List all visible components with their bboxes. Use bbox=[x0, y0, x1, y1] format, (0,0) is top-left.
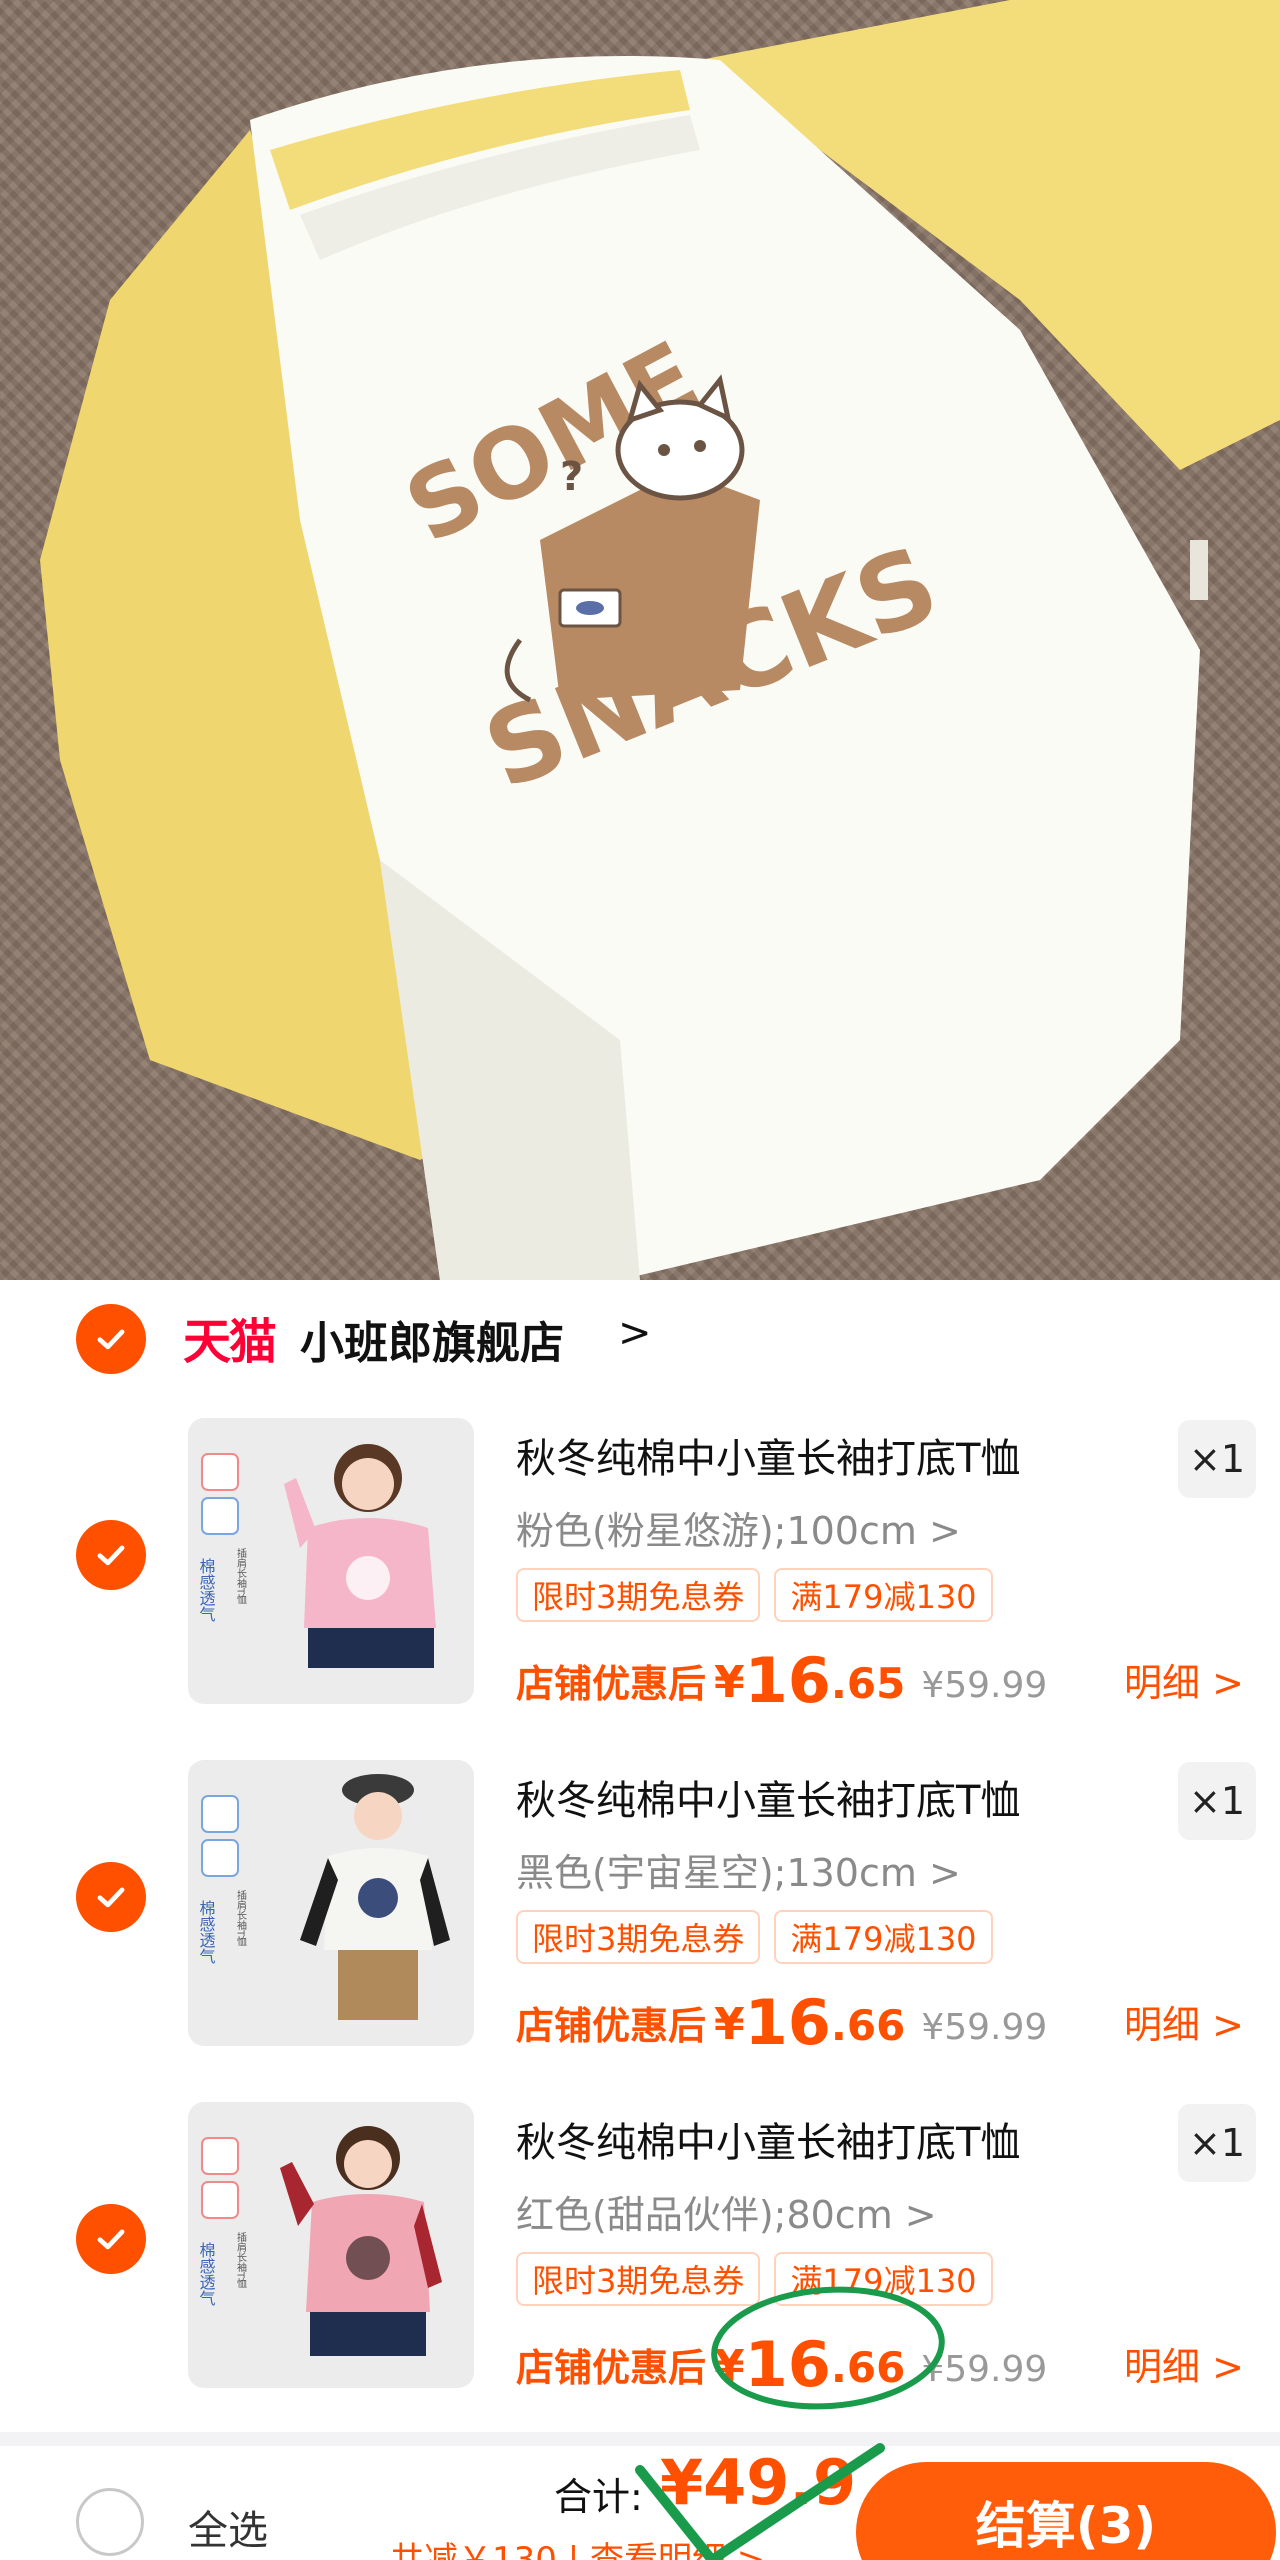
saving-detail-link[interactable]: 共减￥130 | 查看明细 > bbox=[390, 2532, 765, 2560]
sku-selector[interactable]: 黑色(宇宙星空);130cm > bbox=[516, 1842, 961, 1897]
checkmark-icon bbox=[97, 1887, 125, 1908]
promo-tag: 限时3期免息券 bbox=[516, 1568, 761, 1622]
checkmark-icon bbox=[97, 1545, 125, 1566]
price-row: 店铺优惠后 ¥ 16 .66 ¥59.99 bbox=[516, 1986, 1048, 2059]
promo-tag: 满179减130 bbox=[774, 1910, 993, 1964]
store-header[interactable]: 天猫 小班郎旗舰店 > bbox=[0, 1280, 1280, 1398]
promo-tag: 限时3期免息券 bbox=[516, 2252, 761, 2306]
svg-text:?: ? bbox=[560, 454, 583, 500]
total-value: ¥49.9 bbox=[660, 2446, 857, 2519]
product-thumbnail[interactable]: 棉感透气 插肩长袖T恤 bbox=[188, 1760, 474, 2046]
quantity-button[interactable]: ×1 bbox=[1178, 1420, 1256, 1498]
store-select-checkbox[interactable] bbox=[76, 1304, 146, 1374]
promo-tag: 限时3期免息券 bbox=[516, 1910, 761, 1964]
checkmark-icon bbox=[97, 1329, 125, 1350]
svg-text:插肩长袖T恤: 插肩长袖T恤 bbox=[235, 2231, 247, 2289]
price-detail-link[interactable]: 明细 > bbox=[1124, 1652, 1244, 1707]
item-title[interactable]: 秋冬纯棉中小童长袖打底T恤 bbox=[516, 1426, 1020, 1484]
price-decimal: .65 bbox=[830, 1659, 906, 1708]
svg-text:插肩长袖T恤: 插肩长袖T恤 bbox=[235, 1889, 247, 1947]
quantity-button[interactable]: ×1 bbox=[1178, 2104, 1256, 2182]
store-name[interactable]: 小班郎旗舰店 bbox=[300, 1307, 564, 1371]
select-all-label[interactable]: 全选 bbox=[188, 2498, 268, 2556]
shopping-cart-panel: 天猫 小班郎旗舰店 > 棉感透气 插肩长袖T恤 秋冬纯棉中小童长袖打底T恤 ×1 bbox=[0, 1280, 1280, 2432]
price-detail-link[interactable]: 明细 > bbox=[1124, 2336, 1244, 2391]
svg-text:棉感透气: 棉感透气 bbox=[197, 2242, 216, 2306]
item-title[interactable]: 秋冬纯棉中小童长袖打底T恤 bbox=[516, 2110, 1020, 2168]
promo-tags: 限时3期免息券 满179减130 bbox=[516, 1910, 993, 1964]
total-label: 合计: bbox=[554, 2475, 643, 2519]
product-thumbnail[interactable]: 棉感透气 插肩长袖T恤 bbox=[188, 2102, 474, 2388]
tmall-logo: 天猫 bbox=[183, 1314, 277, 1370]
price-decimal: .66 bbox=[830, 2343, 906, 2392]
promo-tag: 满179减130 bbox=[774, 2252, 993, 2306]
product-photo: SOME SNACKS ? bbox=[0, 0, 1280, 1280]
checkout-button[interactable]: 结算(3) bbox=[856, 2462, 1276, 2560]
cart-item[interactable]: 棉感透气 插肩长袖T恤 秋冬纯棉中小童长袖打底T恤 ×1 粉色(粉星悠游);10… bbox=[0, 1408, 1280, 1748]
sku-selector[interactable]: 红色(甜品伙伴);80cm > bbox=[516, 2184, 937, 2239]
item-title[interactable]: 秋冬纯棉中小童长袖打底T恤 bbox=[516, 1768, 1020, 1826]
svg-text:棉感透气: 棉感透气 bbox=[197, 1558, 216, 1622]
chevron-right-icon[interactable]: > bbox=[618, 1310, 652, 1356]
sku-selector[interactable]: 粉色(粉星悠游);100cm > bbox=[516, 1500, 961, 1555]
product-thumbnail[interactable]: 棉感透气 插肩长袖T恤 bbox=[188, 1418, 474, 1704]
price-row: 店铺优惠后 ¥ 16 .65 ¥59.99 bbox=[516, 1644, 1048, 1717]
original-price: ¥59.99 bbox=[921, 2349, 1048, 2390]
checkout-bar: 全选 合计: ¥49.9 共减￥130 | 查看明细 > 结算(3) bbox=[0, 2432, 1280, 2560]
quantity-button[interactable]: ×1 bbox=[1178, 1762, 1256, 1840]
cart-item[interactable]: 棉感透气 插肩长袖T恤 秋冬纯棉中小童长袖打底T恤 ×1 红色(甜品伙伴);80… bbox=[0, 2092, 1280, 2432]
cart-item[interactable]: 棉感透气 插肩长袖T恤 秋冬纯棉中小童长袖打底T恤 ×1 黑色(宇宙星空);13… bbox=[0, 1750, 1280, 2090]
item-select-checkbox[interactable] bbox=[76, 2204, 146, 2274]
price-integer: 16 bbox=[744, 2328, 831, 2401]
original-price: ¥59.99 bbox=[921, 2007, 1048, 2048]
select-all-checkbox[interactable] bbox=[76, 2488, 144, 2556]
tshirt-illustration: SOME SNACKS ? bbox=[40, 0, 1280, 1280]
checkmark-icon bbox=[97, 2229, 125, 2250]
price-integer: 16 bbox=[744, 1644, 831, 1717]
item-select-checkbox[interactable] bbox=[76, 1520, 146, 1590]
promo-tag: 满179减130 bbox=[774, 1568, 993, 1622]
svg-text:插肩长袖T恤: 插肩长袖T恤 bbox=[235, 1547, 247, 1605]
svg-text:棉感透气: 棉感透气 bbox=[197, 1900, 216, 1964]
promo-tags: 限时3期免息券 满179减130 bbox=[516, 2252, 993, 2306]
price-detail-link[interactable]: 明细 > bbox=[1124, 1994, 1244, 2049]
price-decimal: .66 bbox=[830, 2001, 906, 2050]
original-price: ¥59.99 bbox=[921, 1665, 1048, 1706]
item-select-checkbox[interactable] bbox=[76, 1862, 146, 1932]
promo-tags: 限时3期免息券 满179减130 bbox=[516, 1568, 993, 1622]
price-integer: 16 bbox=[744, 1986, 831, 2059]
price-row: 店铺优惠后 ¥ 16 .66 ¥59.99 bbox=[516, 2328, 1048, 2401]
